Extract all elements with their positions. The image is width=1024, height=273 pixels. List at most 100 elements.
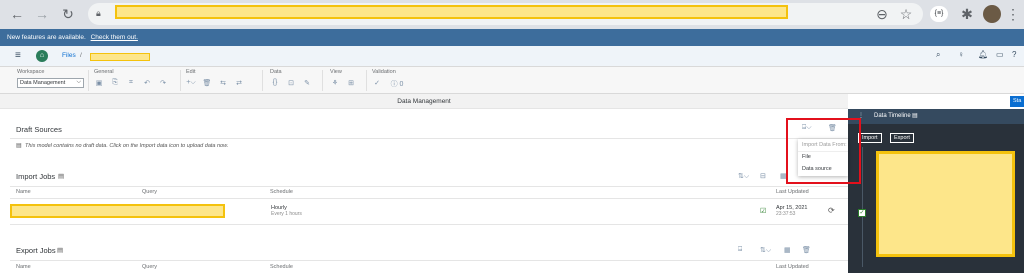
data-timeline-header: ⋮ Data Timeline ▤ [848,109,1024,124]
col-schedule: Schedule [270,189,293,195]
calendar-icon[interactable]: ▦ [784,246,791,254]
notice-bar: New features are available. Check them o… [0,29,1024,46]
puzzle-icon[interactable]: ✱ [958,5,976,23]
col-query: Query [142,189,157,195]
timeline-check-icon[interactable]: ✓ [858,209,866,217]
share-icon[interactable]: ⌗ [126,79,136,87]
draft-hint: This model contains no draft data. Click… [25,143,229,149]
edit-label: Edit [186,69,196,75]
add-icon[interactable]: +⌵ [186,79,196,87]
copy-icon[interactable]: ⎘ [110,79,120,87]
notice-text: New features are available. [7,34,86,41]
filter-icon[interactable]: ⊟ [760,172,766,180]
info-icon[interactable]: ▤ [57,246,63,254]
workspace-select[interactable]: Data Management [17,78,84,88]
page-title: Data Management [0,94,848,109]
lightbulb-icon[interactable]: ♀ [958,50,964,59]
col-schedule: Schedule [270,264,293,270]
import-button[interactable]: Import [858,133,882,143]
edit-icon[interactable]: ✎ [302,79,312,87]
forward-arrow-icon[interactable]: → [33,5,51,23]
view-group: View ⚘ ⊞ [330,69,356,87]
sort-icon[interactable]: ⇅⌵ [760,246,771,255]
data-label: Data [270,69,282,75]
more-menu-icon[interactable]: ⋮ [1004,5,1022,23]
validation-count[interactable]: ⓘ 0 [388,79,406,89]
info-icon[interactable]: ▤ [58,172,64,180]
app-logo-icon[interactable]: ⌂ [36,50,48,62]
notice-link[interactable]: Check them out. [91,34,138,41]
braces-icon[interactable]: {} [270,79,280,87]
save-icon[interactable]: ▣ [94,79,104,87]
lock-icon[interactable]: ⊡ [286,79,296,87]
path-redaction [90,53,150,61]
toolbar: Workspace Data Management General ▣ ⎘ ⌗ … [0,67,1024,94]
main-content [0,109,848,273]
redo-icon[interactable]: ↷ [158,79,168,87]
export-button[interactable]: Export [890,133,914,143]
job-name-redaction [10,204,225,218]
reload-icon[interactable]: ↻ [59,5,77,23]
success-icon: ☑ [760,208,767,215]
validation-group: Validation ✓ ⓘ 0 [372,69,406,89]
toolbar-divider [180,70,181,91]
export-icon[interactable]: ⍈ [738,246,742,254]
transfer-icon[interactable]: ⇄ [234,79,244,87]
extension-icon[interactable]: {≡} [930,6,948,22]
avatar[interactable] [983,5,1001,23]
grid-icon[interactable]: ⊞ [346,79,356,87]
delete-icon[interactable]: 🗑︎ [802,246,811,254]
url-redaction [115,5,788,19]
breadcrumb-files[interactable]: Files [62,52,76,59]
hamburger-menu-icon[interactable]: ≡ [15,50,21,61]
delete-icon[interactable]: 🗑︎ [202,79,212,87]
shell-header: ≡ ⌂ Files / ⌕ ♀ 🔔︎ ▭ ? [0,46,1024,67]
workspace-group: Workspace Data Management [17,69,84,88]
info-icon[interactable]: ▤ [912,109,918,124]
general-label: General [94,69,114,75]
notifications-icon[interactable]: 🔔︎ [978,50,988,59]
search-icon[interactable]: ⌕ [936,50,940,60]
workspace-value: Data Management [20,80,66,86]
import-jobs-title: Import Jobs [16,172,56,181]
lock-icon: 🔒︎ [96,8,101,18]
hierarchy-icon[interactable]: ⚘ [330,79,340,87]
data-timeline-title: Data Timeline [874,113,911,119]
col-name: Name [16,189,31,195]
toolbar-divider [322,70,323,91]
col-name: Name [16,264,31,270]
updated-time: 23:37:53 [776,211,796,217]
validation-label: Validation [372,69,396,75]
breadcrumb-separator: / [80,52,82,59]
validation-count-value: 0 [399,81,404,88]
table-row-line [10,224,848,225]
export-jobs-title: Export Jobs [16,246,56,255]
table-header-line [10,186,848,187]
star-icon[interactable]: ☆ [897,5,915,23]
toolbar-divider [366,70,367,91]
schedule-sub: Every 1 hours [271,211,302,217]
back-arrow-icon[interactable]: ← [8,5,26,23]
toolbar-divider [262,70,263,91]
help-icon[interactable]: ? [1012,50,1016,59]
browser-chrome: ← → ↻ 🔒︎ ⊖ ☆ {≡} ✱ ⋮ [0,0,1024,29]
timeline-redaction [876,151,1015,257]
start-button[interactable]: Sta [1010,96,1024,107]
move-icon[interactable]: ⇆ [218,79,228,87]
info-icon: ▤ [16,143,22,149]
col-query: Query [142,264,157,270]
toolbar-divider [88,70,89,91]
highlight-box [786,118,861,184]
draft-sources-title: Draft Sources [16,125,62,134]
col-last-updated: Last Updated [776,264,809,270]
validate-icon[interactable]: ✓ [372,79,382,89]
refresh-icon[interactable]: ⟳ [828,206,835,215]
undo-icon[interactable]: ↶ [142,79,152,87]
view-label: View [330,69,342,75]
divider [10,138,848,139]
timeline-line [862,147,863,267]
sort-icon[interactable]: ⇅⌵ [738,172,749,181]
zoom-icon[interactable]: ⊖ [873,5,891,23]
col-last-updated: Last Updated [776,189,809,195]
chat-icon[interactable]: ▭ [996,50,1004,59]
